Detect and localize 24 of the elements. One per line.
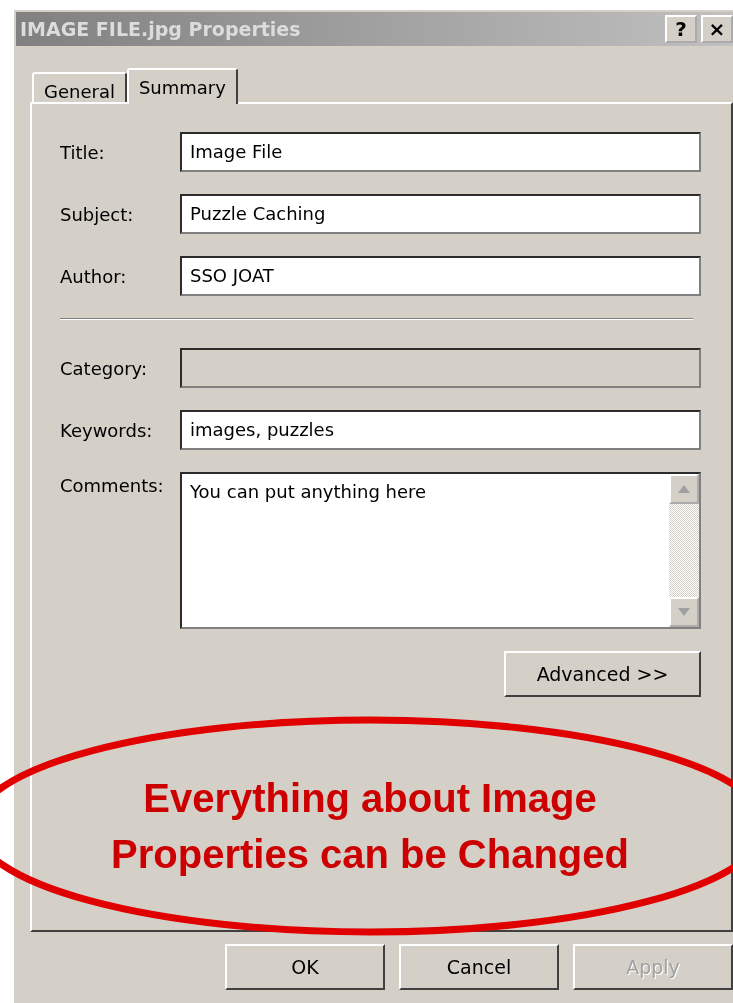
- dialog-button[interactable]: Cancel: [399, 944, 559, 990]
- input-field[interactable]: SSO JOAT: [180, 256, 701, 296]
- field-label: Category:: [60, 356, 148, 381]
- up-arrow-icon[interactable]: [678, 485, 690, 493]
- annotation-text: Everything about Image: [142, 775, 598, 822]
- scrollbar[interactable]: [669, 474, 699, 627]
- input-field[interactable]: images, puzzles: [180, 410, 701, 450]
- field-label: Title:: [60, 140, 106, 165]
- dialog-button[interactable]: OK: [225, 944, 385, 990]
- input-field[interactable]: Puzzle Caching: [180, 194, 701, 234]
- help-button[interactable]: ?: [665, 15, 697, 43]
- field-label: Author:: [60, 264, 128, 289]
- field-label: Subject:: [60, 202, 135, 227]
- text-area[interactable]: You can put anything here: [180, 472, 701, 629]
- tab[interactable]: Summary: [126, 68, 238, 104]
- field-label: Comments:: [60, 474, 165, 498]
- tab[interactable]: General: [32, 72, 127, 102]
- advanced-button[interactable]: Advanced >>: [504, 651, 701, 697]
- down-arrow-icon[interactable]: [678, 608, 690, 616]
- annotation-text: Properties can be Changed: [110, 831, 630, 878]
- close-button[interactable]: ×: [701, 15, 733, 43]
- window-title: IMAGE FILE.jpg Properties: [20, 16, 301, 42]
- field-label: Keywords:: [60, 418, 154, 443]
- input-field[interactable]: Image File: [180, 132, 701, 172]
